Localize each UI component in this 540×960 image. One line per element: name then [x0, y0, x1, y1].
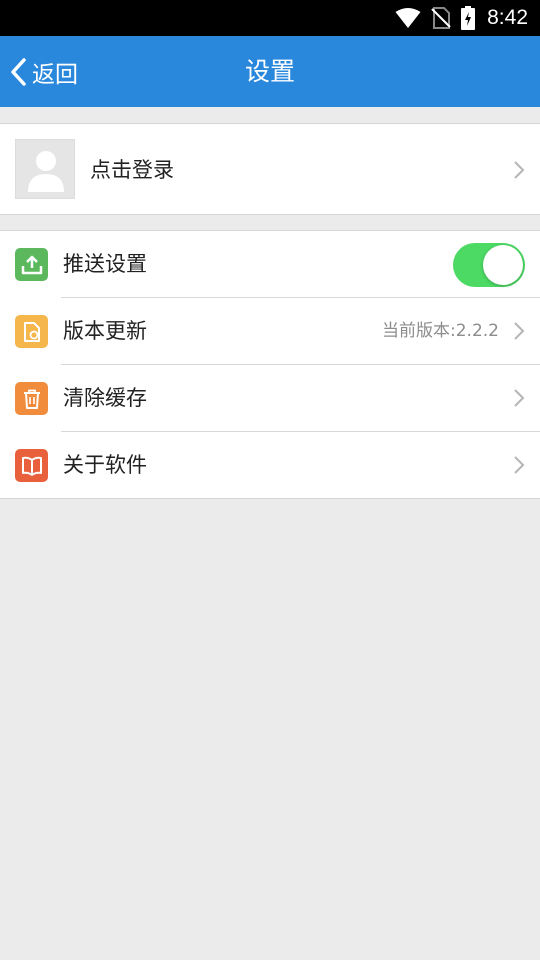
document-update-icon [15, 315, 48, 348]
book-icon [15, 449, 48, 482]
avatar [15, 139, 75, 199]
settings-item-about[interactable]: 关于软件 [0, 432, 540, 499]
back-button[interactable]: 返回 [8, 36, 78, 107]
chevron-left-icon [11, 57, 26, 86]
back-label: 返回 [32, 61, 78, 88]
chevron-right-icon [514, 161, 525, 179]
chevron-right-icon [514, 389, 525, 407]
settings-item-label: 推送设置 [63, 252, 147, 276]
current-version-value: 当前版本:2.2.2 [382, 321, 499, 341]
settings-item-push: 推送设置 [0, 231, 540, 298]
status-icons: 8:42 [395, 0, 528, 36]
settings-item-version-update[interactable]: 版本更新 当前版本:2.2.2 [0, 298, 540, 365]
settings-item-label: 关于软件 [63, 453, 147, 477]
page-title: 设置 [244, 57, 295, 86]
chevron-right-icon [514, 456, 525, 474]
trash-icon [15, 382, 48, 415]
login-label: 点击登录 [90, 158, 174, 182]
login-row[interactable]: 点击登录 [0, 123, 540, 215]
settings-item-clear-cache[interactable]: 清除缓存 [0, 365, 540, 432]
status-time: 8:42 [487, 6, 528, 29]
app-bar: 返回 设置 [0, 36, 540, 107]
wifi-icon [395, 8, 421, 28]
settings-item-label: 清除缓存 [63, 386, 147, 410]
toggle-knob [483, 245, 523, 285]
user-placeholder-icon [28, 151, 64, 192]
push-upload-icon [15, 248, 48, 281]
status-bar: 8:42 [0, 0, 540, 36]
settings-list: 推送设置 版本更新 当前版本:2.2.2 清除缓存 关于软件 [0, 230, 540, 499]
battery-charging-icon [461, 6, 476, 30]
no-sim-icon [431, 7, 451, 29]
push-toggle[interactable] [453, 243, 525, 287]
settings-item-label: 版本更新 [63, 319, 147, 343]
chevron-right-icon [514, 322, 525, 340]
